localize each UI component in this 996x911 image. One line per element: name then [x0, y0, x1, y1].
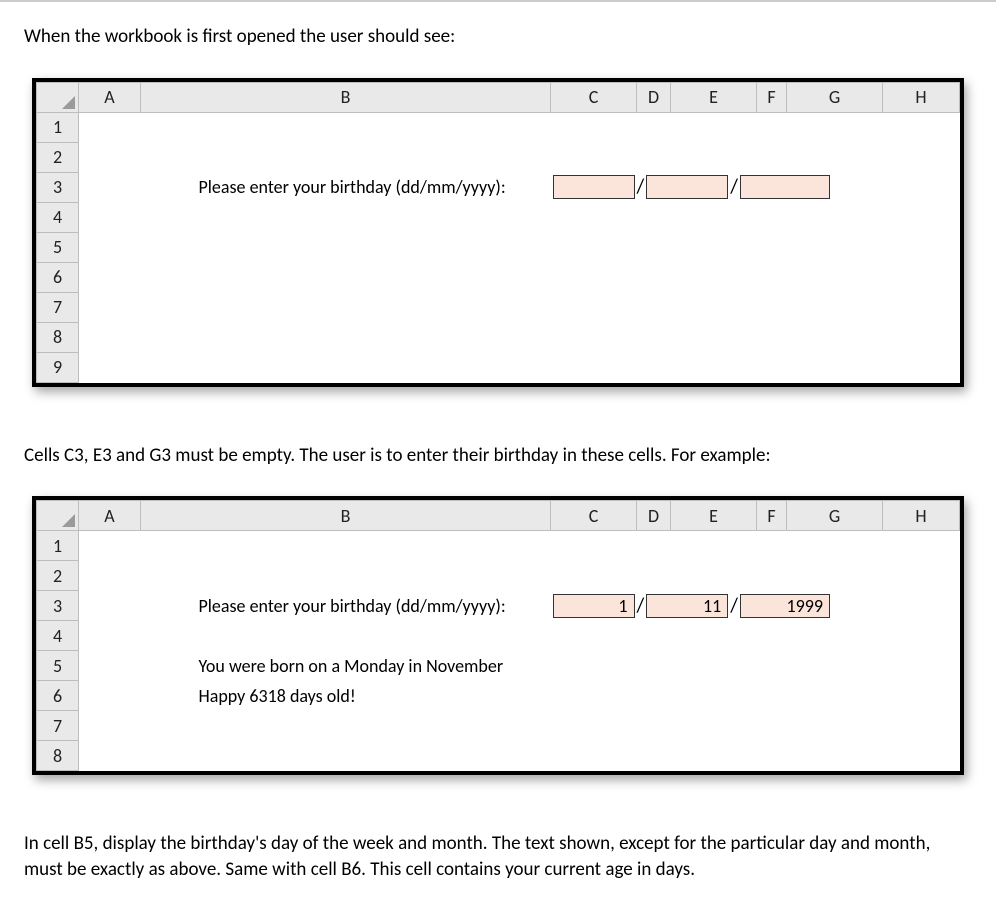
- col-header-F[interactable]: F: [757, 82, 787, 112]
- col-header-E[interactable]: E: [671, 501, 757, 531]
- cell-A5[interactable]: [79, 651, 141, 681]
- column-header-row: A B C D E F G H: [37, 82, 960, 112]
- sheet-table-1: A B C D E F G H 1 2 3 Please enter your …: [36, 82, 960, 383]
- row-header-7[interactable]: 7: [37, 711, 79, 741]
- column-header-row: A B C D E F G H: [37, 501, 960, 531]
- cell[interactable]: [79, 262, 960, 292]
- col-header-F[interactable]: F: [757, 501, 787, 531]
- row-header-1[interactable]: 1: [37, 112, 79, 142]
- cell[interactable]: [79, 202, 960, 232]
- col-header-B[interactable]: B: [141, 82, 551, 112]
- row-header-8[interactable]: 8: [37, 741, 79, 771]
- col-header-D[interactable]: D: [637, 82, 671, 112]
- cell-E3-month-input[interactable]: 11: [646, 594, 728, 618]
- col-header-G[interactable]: G: [787, 501, 883, 531]
- col-header-C[interactable]: C: [551, 82, 637, 112]
- cell-A6[interactable]: [79, 681, 141, 711]
- row-header-5[interactable]: 5: [37, 651, 79, 681]
- cell-C3-day-input[interactable]: [553, 175, 635, 199]
- sheet-table-2: A B C D E F G H 1 2 3 Please enter your …: [36, 500, 960, 771]
- row-header-2[interactable]: 2: [37, 142, 79, 172]
- date-input-group: 1/11/1999: [551, 591, 960, 621]
- cell-A3[interactable]: [79, 172, 141, 202]
- col-header-E[interactable]: E: [671, 82, 757, 112]
- col-header-H[interactable]: H: [883, 82, 960, 112]
- col-header-A[interactable]: A: [79, 501, 141, 531]
- col-header-A[interactable]: A: [79, 82, 141, 112]
- cell-F3-slash: /: [728, 175, 740, 199]
- cell[interactable]: [79, 142, 960, 172]
- cell-B3-prompt[interactable]: Please enter your birthday (dd/mm/yyyy):: [141, 591, 551, 621]
- cell-C3-day-input[interactable]: 1: [553, 594, 635, 618]
- cell-D3-slash: /: [635, 594, 647, 618]
- cell[interactable]: [79, 352, 960, 382]
- row-header-1[interactable]: 1: [37, 531, 79, 561]
- row-header-6[interactable]: 6: [37, 262, 79, 292]
- row-header-4[interactable]: 4: [37, 202, 79, 232]
- col-header-C[interactable]: C: [551, 501, 637, 531]
- spreadsheet-example: A B C D E F G H 1 2 3 Please enter your …: [32, 496, 964, 775]
- cell-G3-year-input[interactable]: [740, 175, 830, 199]
- cell-B6-age-days[interactable]: Happy 6318 days old!: [141, 681, 960, 711]
- row-header-3[interactable]: 3: [37, 172, 79, 202]
- intro-paragraph-1: When the workbook is first opened the us…: [24, 24, 972, 50]
- row-header-2[interactable]: 2: [37, 561, 79, 591]
- col-header-G[interactable]: G: [787, 82, 883, 112]
- cell-G3-year-input[interactable]: 1999: [740, 594, 830, 618]
- select-all-corner[interactable]: [37, 82, 79, 112]
- select-all-corner[interactable]: [37, 501, 79, 531]
- col-header-B[interactable]: B: [141, 501, 551, 531]
- cell[interactable]: [79, 561, 960, 591]
- cell-F3-slash: /: [728, 594, 740, 618]
- cell[interactable]: [79, 711, 960, 741]
- row-header-7[interactable]: 7: [37, 292, 79, 322]
- spreadsheet-initial: A B C D E F G H 1 2 3 Please enter your …: [32, 78, 964, 387]
- row-header-3[interactable]: 3: [37, 591, 79, 621]
- row-header-4[interactable]: 4: [37, 621, 79, 651]
- row-header-9[interactable]: 9: [37, 352, 79, 382]
- cell-A3[interactable]: [79, 591, 141, 621]
- cell-B3-prompt[interactable]: Please enter your birthday (dd/mm/yyyy):: [141, 172, 551, 202]
- cell[interactable]: [79, 621, 960, 651]
- cell[interactable]: [79, 292, 960, 322]
- cell[interactable]: [79, 741, 960, 771]
- row-header-6[interactable]: 6: [37, 681, 79, 711]
- col-header-D[interactable]: D: [637, 501, 671, 531]
- date-input-group: //: [551, 172, 960, 202]
- intro-paragraph-3: In cell B5, display the birthday's day o…: [24, 831, 972, 882]
- cell[interactable]: [79, 112, 960, 142]
- cell-D3-slash: /: [635, 175, 647, 199]
- row-header-5[interactable]: 5: [37, 232, 79, 262]
- intro-paragraph-2: Cells C3, E3 and G3 must be empty. The u…: [24, 443, 972, 469]
- row-header-8[interactable]: 8: [37, 322, 79, 352]
- cell-B5-weekday-month[interactable]: You were born on a Monday in November: [141, 651, 960, 681]
- cell[interactable]: [79, 531, 960, 561]
- cell[interactable]: [79, 322, 960, 352]
- cell-E3-month-input[interactable]: [646, 175, 728, 199]
- col-header-H[interactable]: H: [883, 501, 960, 531]
- cell[interactable]: [79, 232, 960, 262]
